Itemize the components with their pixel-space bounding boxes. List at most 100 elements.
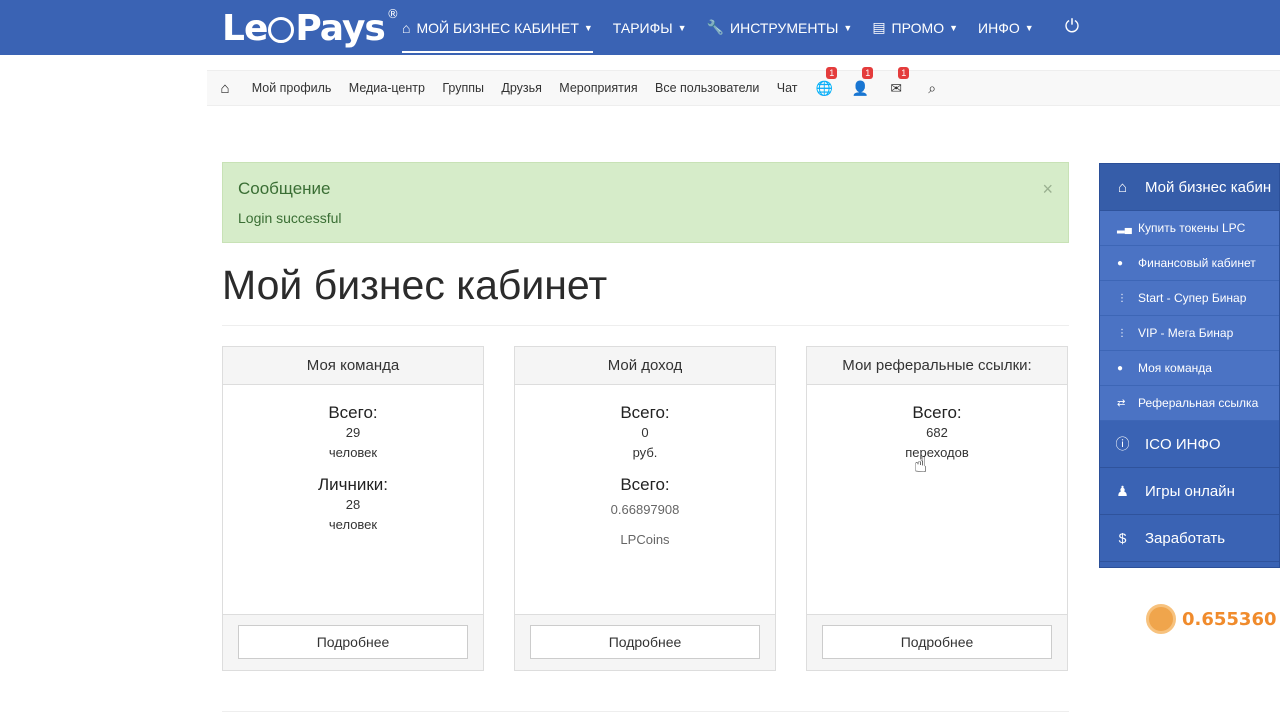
lion-icon — [268, 17, 295, 43]
personal-unit: человек — [328, 517, 378, 532]
nav-tools[interactable]: 🔧 ИНСТРУМЕНТЫ ▼ — [697, 0, 863, 55]
card-header: Мои реферальные ссылки: — [807, 347, 1067, 385]
nav-tariffs[interactable]: ТАРИФЫ ▼ — [603, 0, 697, 55]
power-icon[interactable]: ⏻ — [1062, 16, 1082, 38]
details-button[interactable]: Подробнее — [530, 625, 760, 659]
main-nav: ⌂ МОЙ БИЗНЕС КАБИНЕТ ▼ ТАРИФЫ ▼ 🔧 ИНСТРУМЕ… — [392, 0, 1044, 55]
notification-badge: 1 — [862, 66, 874, 79]
total-label: Всего: — [328, 403, 378, 422]
side-sub-label: Купить токены LPC — [1138, 221, 1246, 235]
side-menu-earn[interactable]: $ Заработать — [1100, 515, 1279, 562]
side-sub-label: Реферальная ссылка — [1138, 396, 1259, 410]
user-icon[interactable]: 👤 1 — [842, 66, 878, 97]
side-menu: ⌂ Мой бизнес кабин ▂▄ Купить токены LPC ●… — [1099, 163, 1280, 568]
side-sub-team[interactable]: ● Моя команда — [1100, 351, 1279, 386]
close-icon[interactable]: × — [1042, 179, 1053, 200]
coins-value: 0.66897908 — [610, 502, 680, 517]
subnav-all-users[interactable]: Все пользователи — [646, 81, 768, 95]
total-unit: переходов — [905, 445, 969, 460]
success-alert: Сообщение Login successful × — [222, 162, 1069, 243]
user-icon: ● — [1117, 362, 1124, 374]
income-card: Мой доход Всего: 0 руб. Всего: 0.6689790… — [514, 346, 776, 671]
nav-label: ПРОМО — [891, 19, 945, 36]
home-icon[interactable]: ⌂ — [207, 80, 243, 97]
list-icon: ▤ — [872, 19, 886, 35]
sub-nav: ⌂ Мой профиль Медиа-центр Группы Друзья … — [207, 66, 1280, 106]
search-icon[interactable]: ⌕ — [914, 80, 950, 97]
nav-business-cabinet[interactable]: ⌂ МОЙ БИЗНЕС КАБИНЕТ ▼ — [392, 0, 603, 55]
nav-label: ИНФО — [978, 19, 1020, 36]
side-sub-label: VIP - Мега Бинар — [1138, 326, 1234, 340]
side-menu-ico-info[interactable]: ⓘ ICO ИНФО — [1100, 421, 1279, 468]
logo-text-right: Pays — [295, 7, 385, 49]
nav-info[interactable]: ИНФО ▼ — [968, 0, 1044, 55]
dollar-icon: $ — [1118, 530, 1127, 546]
subnav-profile[interactable]: Мой профиль — [243, 81, 340, 95]
globe-icon[interactable]: 🌐 1 — [806, 66, 842, 97]
logo[interactable]: Le Pays ® — [222, 6, 399, 50]
side-menu-games[interactable]: ♟ Игры онлайн — [1100, 468, 1279, 515]
nav-label: МОЙ БИЗНЕС КАБИНЕТ — [416, 19, 579, 36]
side-menu-label: Игры онлайн — [1145, 482, 1235, 500]
side-sub-finance[interactable]: ● Финансовый кабинет — [1100, 246, 1279, 281]
alert-message: Login successful — [238, 210, 342, 226]
total-value: 0 — [641, 425, 649, 440]
coin-icon — [1146, 604, 1176, 634]
side-sub-buy-tokens[interactable]: ▂▄ Купить токены LPC — [1100, 211, 1279, 246]
caret-down-icon: ▼ — [583, 22, 593, 33]
total-value: 682 — [926, 425, 948, 440]
retweet-icon: ⇄ — [1117, 397, 1126, 409]
side-sub-vip[interactable]: ⋮ VIP - Мега Бинар — [1100, 316, 1279, 351]
side-sub-label: Финансовый кабинет — [1138, 256, 1256, 270]
coin-balance[interactable]: 0.655360 — [1146, 604, 1277, 634]
envelope-icon[interactable]: ✉ 1 — [878, 66, 914, 97]
page-title: Мой бизнес кабинет — [222, 262, 608, 308]
notification-badge: 1 — [898, 66, 910, 79]
referral-card: Мои реферальные ссылки: Всего: 682 перех… — [806, 346, 1068, 671]
subnav-media[interactable]: Медиа-центр — [340, 81, 434, 95]
side-menu-label: ICO ИНФО — [1145, 435, 1221, 453]
signal-icon: ▂▄ — [1117, 222, 1132, 234]
card-header: Моя команда — [223, 347, 483, 385]
side-sub-start[interactable]: ⋮ Start - Супер Бинар — [1100, 281, 1279, 316]
logo-text-left: Le — [222, 7, 268, 49]
details-button[interactable]: Подробнее — [822, 625, 1052, 659]
personal-label: Личники: — [317, 475, 389, 494]
subnav-friends[interactable]: Друзья — [493, 81, 551, 95]
details-button[interactable]: Подробнее — [238, 625, 468, 659]
side-sub-label: Моя команда — [1138, 361, 1212, 375]
total-label: Всего: — [620, 403, 670, 422]
caret-down-icon: ▼ — [1024, 22, 1034, 33]
wrench-icon: 🔧 — [706, 19, 725, 35]
coin-amount: 0.655360 — [1182, 608, 1277, 630]
nav-label: ТАРИФЫ — [612, 19, 673, 36]
total-unit: человек — [328, 445, 378, 460]
side-menu-business-cabinet[interactable]: ⌂ Мой бизнес кабин — [1100, 164, 1279, 211]
total-unit: руб. — [632, 445, 658, 460]
total-label: Всего: — [912, 403, 962, 422]
tree-icon: ⋮ — [1117, 292, 1127, 304]
card-header: Мой доход — [515, 347, 775, 385]
subnav-groups[interactable]: Группы — [434, 81, 493, 95]
alert-title: Сообщение — [238, 179, 331, 198]
divider — [222, 711, 1069, 712]
team-card: Моя команда Всего: 29 человек Личники: 2… — [222, 346, 484, 671]
home-icon: ⌂ — [402, 19, 411, 36]
caret-down-icon: ▼ — [677, 22, 687, 33]
top-navbar: Le Pays ® ⌂ МОЙ БИЗНЕС КАБИНЕТ ▼ ТАРИФЫ ▼ 🔧 … — [0, 0, 1280, 55]
side-sub-referral[interactable]: ⇄ Реферальная ссылка — [1100, 386, 1279, 421]
caret-down-icon: ▼ — [843, 22, 853, 33]
nav-label: ИНСТРУМЕНТЫ — [730, 19, 839, 36]
nav-promo[interactable]: ▤ ПРОМО ▼ — [862, 0, 968, 55]
side-sub-label: Start - Супер Бинар — [1138, 291, 1247, 305]
subnav-events[interactable]: Мероприятия — [551, 81, 647, 95]
side-menu-label: Мой бизнес кабин — [1145, 178, 1272, 196]
chess-icon: ♟ — [1116, 482, 1129, 499]
divider — [222, 325, 1069, 326]
home-icon: ⌂ — [1117, 178, 1128, 196]
subnav-chat[interactable]: Чат — [768, 81, 806, 95]
piggy-bank-icon: ● — [1117, 257, 1124, 269]
info-icon: ⓘ — [1115, 436, 1130, 452]
caret-down-icon: ▼ — [949, 22, 959, 33]
total-value: 29 — [345, 425, 361, 440]
